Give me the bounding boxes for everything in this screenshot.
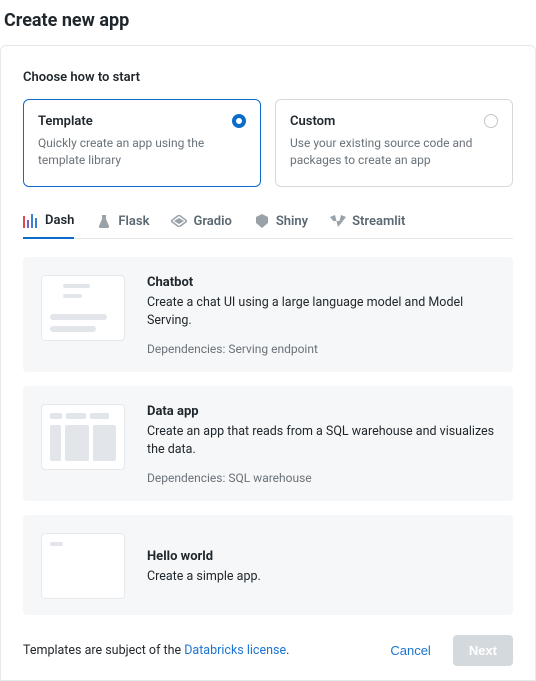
tab-label: Streamlit xyxy=(352,214,405,229)
footer-text: Templates are subject of the Databricks … xyxy=(23,643,368,658)
tab-gradio[interactable]: Gradio xyxy=(171,209,231,238)
option-title: Custom xyxy=(290,114,498,129)
thumbnail-chatbot xyxy=(41,275,125,341)
tab-label: Dash xyxy=(45,213,74,228)
template-chatbot[interactable]: Chatbot Create a chat UI using a large l… xyxy=(23,257,513,372)
page-title: Create new app xyxy=(0,0,536,45)
create-app-panel: Choose how to start Template Quickly cre… xyxy=(0,45,536,681)
template-title: Chatbot xyxy=(147,275,495,290)
footer-suffix: . xyxy=(286,643,289,658)
template-desc: Create an app that reads from a SQL ware… xyxy=(147,423,495,459)
start-options: Template Quickly create an app using the… xyxy=(23,99,513,187)
framework-tabs: Dash Flask Gradio Shiny Streamlit xyxy=(23,209,513,239)
tab-shiny[interactable]: Shiny xyxy=(254,209,308,238)
option-title: Template xyxy=(38,114,246,129)
gradio-icon xyxy=(171,213,187,229)
template-info: Hello world Create a simple app. xyxy=(147,533,261,599)
tab-label: Shiny xyxy=(276,214,308,229)
radio-unchecked-icon xyxy=(484,114,498,128)
option-desc: Use your existing source code and packag… xyxy=(290,135,498,170)
footer-prefix: Templates are subject of the xyxy=(23,643,184,658)
template-hello-world[interactable]: Hello world Create a simple app. xyxy=(23,515,513,615)
template-desc: Create a simple app. xyxy=(147,568,261,586)
streamlit-icon xyxy=(330,213,346,229)
option-template[interactable]: Template Quickly create an app using the… xyxy=(23,99,261,187)
tab-label: Gradio xyxy=(193,214,231,229)
template-title: Hello world xyxy=(147,549,261,564)
choose-start-label: Choose how to start xyxy=(23,70,513,85)
template-deps: Dependencies: Serving endpoint xyxy=(147,342,495,356)
tab-flask[interactable]: Flask xyxy=(96,209,149,238)
template-info: Data app Create an app that reads from a… xyxy=(147,404,495,485)
tab-dash[interactable]: Dash xyxy=(23,209,74,239)
template-data-app[interactable]: Data app Create an app that reads from a… xyxy=(23,386,513,501)
option-desc: Quickly create an app using the template… xyxy=(38,135,246,170)
flask-icon xyxy=(96,213,112,229)
template-info: Chatbot Create a chat UI using a large l… xyxy=(147,275,495,356)
thumbnail-data-app xyxy=(41,404,125,470)
template-desc: Create a chat UI using a large language … xyxy=(147,294,495,330)
tab-streamlit[interactable]: Streamlit xyxy=(330,209,405,238)
dash-icon xyxy=(23,213,39,229)
option-custom[interactable]: Custom Use your existing source code and… xyxy=(275,99,513,187)
thumbnail-hello-world xyxy=(41,533,125,599)
tab-label: Flask xyxy=(118,214,149,229)
license-link[interactable]: Databricks license xyxy=(184,643,286,658)
shiny-icon xyxy=(254,213,270,229)
template-title: Data app xyxy=(147,404,495,419)
radio-checked-icon xyxy=(232,114,246,128)
template-deps: Dependencies: SQL warehouse xyxy=(147,471,495,485)
cancel-button[interactable]: Cancel xyxy=(382,637,438,664)
